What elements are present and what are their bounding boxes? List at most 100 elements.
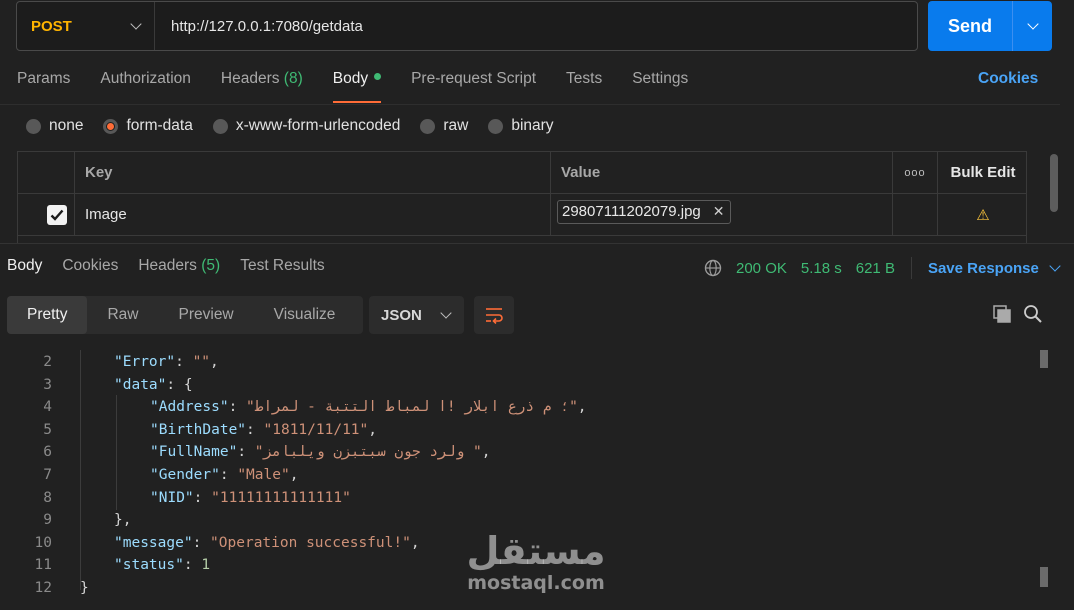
tab-authorization[interactable]: Authorization [100,70,190,94]
tab-pre-request-script[interactable]: Pre-request Script [411,70,536,94]
remove-file-icon[interactable]: ✕ [713,203,725,220]
json-colon: : [192,534,211,551]
tab-tests[interactable]: Tests [566,70,602,94]
code-text: "Error": "", [114,351,219,374]
json-value: 1 [201,557,211,574]
body-indicator-dot [374,73,382,81]
json-colon: : [228,399,247,416]
json-colon: : [175,354,193,370]
json-value: "11111111111111" [211,489,351,506]
scrollbar-thumb[interactable] [1050,154,1058,212]
radio-circle [212,118,228,134]
row-key[interactable]: Image [75,194,551,235]
radio-label: raw [443,117,469,134]
pane-divider[interactable] [0,243,1074,244]
json-colon: : [166,376,184,393]
bulk-edit-button[interactable]: Bulk Edit [938,152,1026,193]
radio-none[interactable]: none [26,117,83,135]
format-select[interactable]: JSON [369,296,464,334]
tab-test-results[interactable]: Test Results [240,257,324,275]
table-row: Image 29807111202079.jpg ✕ ⚠ [18,194,1026,236]
view-mode-segmented: Pretty Raw Preview Visualize [7,296,363,334]
json-value: "؛ م ذرع ابلار !ا لمباط التتبة - لمراط" [246,399,578,416]
tab-response-body[interactable]: Body [7,257,42,275]
url-bar: POST [16,1,918,51]
json-colon: : [246,421,264,438]
tab-headers[interactable]: Headers (8) [221,70,303,94]
row-empty-cell [893,194,938,235]
line-number: 8 [43,489,52,506]
radio-binary[interactable]: binary [488,117,554,135]
line-number: 7 [43,466,52,483]
globe-icon[interactable] [704,259,722,277]
check-icon [50,209,64,221]
tab-headers-label: Headers [220,70,280,87]
view-preview[interactable]: Preview [159,296,254,334]
tab-body[interactable]: Body [332,70,382,103]
json-colon: : [237,444,255,461]
json-key: "Gender" [150,466,220,483]
json-key: "Error" [114,354,176,370]
json-colon: : [219,466,238,483]
send-button[interactable]: Send [928,1,1052,51]
json-value: "Operation successful!" [210,534,411,551]
line-number: 5 [43,421,52,438]
code-line: 3 "data": { [0,374,1040,397]
code-line: 2 "Error": "", [0,351,1040,374]
watermark-latin: mostaql.com [467,572,605,594]
radio-label: none [49,117,84,134]
radio-x-www-form-urlencoded[interactable]: x-www-form-urlencoded [212,117,400,135]
json-value: "ولرد جون سبتبزن ويلبامز " [254,444,482,461]
tab-params[interactable]: Params [17,70,70,94]
view-raw[interactable]: Raw [87,296,158,334]
scrollbar-thumb[interactable] [1040,567,1048,587]
save-response-button[interactable]: Save Response [928,260,1061,277]
json-colon: : [183,557,202,574]
code-text: "data": { [114,374,193,397]
row-checkbox[interactable] [47,204,67,225]
headers-count: (8) [283,70,303,87]
response-tabs: Body Cookies Headers (5) Test Results [7,257,325,275]
view-pretty[interactable]: Pretty [7,296,88,334]
json-key: "NID" [150,489,194,506]
search-icon[interactable] [1022,303,1044,325]
form-data-table: Key Value ooo Bulk Edit Image 2980711120… [17,151,1027,243]
row-check-cell [18,194,75,235]
copy-icon-glyph [993,305,1011,323]
method-label: POST [31,17,72,35]
more-options-icon[interactable]: ooo [893,152,938,193]
format-label: JSON [381,306,422,324]
response-headers-count: (5) [201,257,221,274]
response-time[interactable]: 5.18 s [801,260,842,277]
json-comma: , [368,421,377,438]
row-value[interactable]: 29807111202079.jpg ✕ [551,194,893,235]
status-code[interactable]: 200 OK [736,260,787,277]
radio-circle [26,118,41,134]
divider [0,104,1060,105]
response-size[interactable]: 621 B [856,260,895,277]
send-label: Send [947,15,992,36]
json-key: "BirthDate" [150,421,247,438]
cookies-link[interactable]: Cookies [978,70,1038,88]
json-value: }, [114,512,132,529]
scrollbar-thumb[interactable] [1040,350,1048,368]
copy-icon[interactable] [991,303,1013,325]
body-mode-radios: none form-data x-www-form-urlencoded raw… [26,117,554,135]
json-colon: : [193,489,212,506]
radio-form-data[interactable]: form-data [103,117,193,135]
tab-response-headers[interactable]: Headers (5) [138,257,220,275]
json-comma: , [410,534,420,551]
radio-circle-selected [103,118,119,134]
radio-raw[interactable]: raw [420,117,468,135]
code-line: 6 "FullName": "ولرد جون سبتبزن ويلبامز ", [0,441,1040,464]
tab-response-cookies[interactable]: Cookies [62,257,118,275]
method-select[interactable]: POST [17,2,155,50]
chevron-down-icon [1049,260,1061,272]
wrap-lines-button[interactable] [474,296,514,334]
view-visualize[interactable]: Visualize [254,296,356,334]
json-key: "data" [114,376,167,393]
url-input[interactable] [155,2,917,50]
send-options-button[interactable] [1013,18,1052,30]
tab-settings[interactable]: Settings [632,70,688,94]
request-tabs: Params Authorization Headers (8) Body Pr… [17,70,688,103]
